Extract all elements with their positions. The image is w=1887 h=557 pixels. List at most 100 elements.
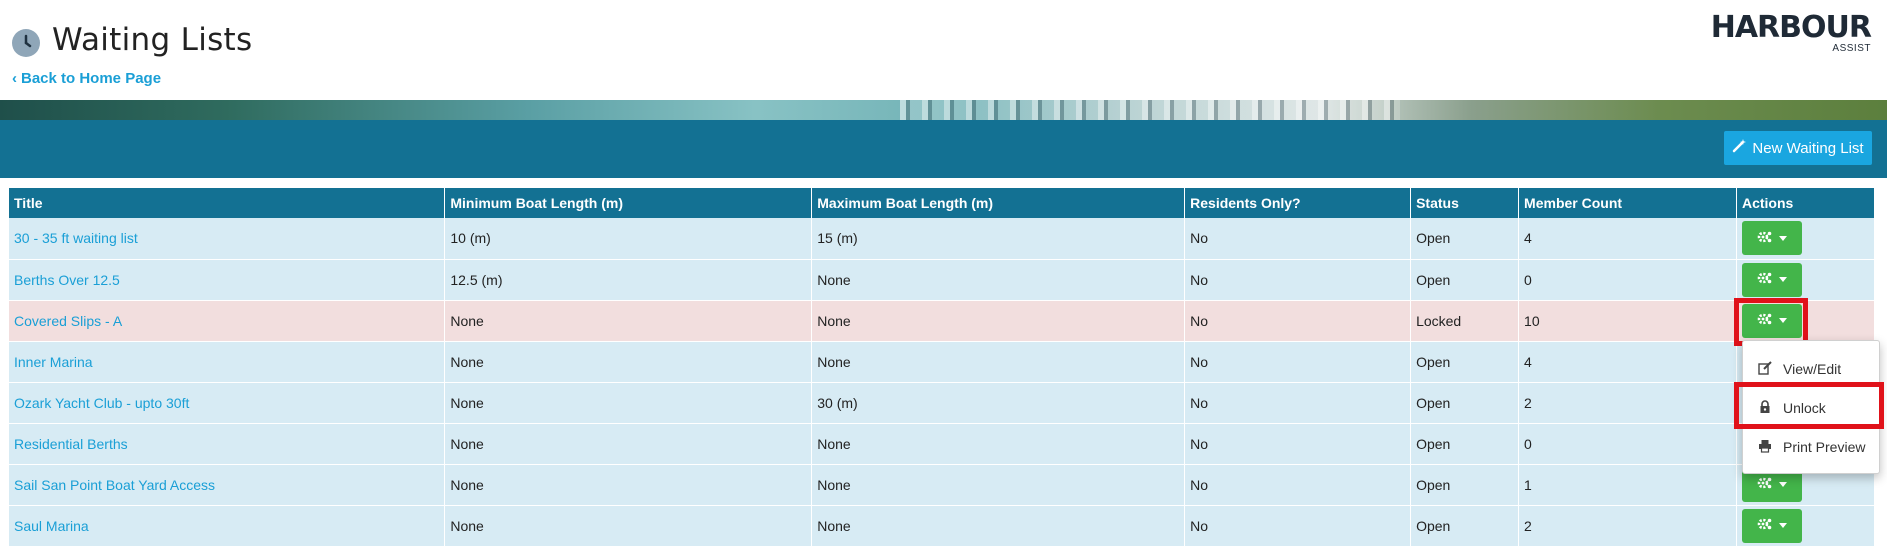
- cell-max-length: None: [811, 300, 1186, 342]
- cell-member-count: 4: [1518, 218, 1737, 260]
- new-waiting-list-label: New Waiting List: [1752, 139, 1864, 157]
- cell-min-length: 12.5 (m): [444, 259, 813, 301]
- column-header-title[interactable]: Title: [9, 188, 446, 218]
- menu-item-print-preview[interactable]: Print Preview: [1743, 429, 1881, 465]
- cell-max-length: None: [811, 341, 1186, 383]
- table-row: Residential Berths None None No Open 0: [9, 423, 1876, 465]
- cell-residents-only: No: [1184, 505, 1412, 547]
- back-to-home-link[interactable]: ‹ Back to Home Page: [12, 70, 161, 87]
- cell-status: Open: [1410, 423, 1520, 465]
- cell-member-count: 10: [1518, 300, 1737, 342]
- cell-residents-only: No: [1184, 382, 1412, 424]
- clock-icon: [12, 29, 40, 57]
- gear-icon: [1757, 271, 1773, 288]
- cell-residents-only: No: [1184, 300, 1412, 342]
- cell-min-length: None: [444, 464, 813, 506]
- actions-button[interactable]: [1741, 508, 1802, 543]
- cell-member-count: 2: [1518, 505, 1737, 547]
- harbour-assist-logo: HARBOUR ASSIST: [1710, 10, 1872, 54]
- gear-icon: [1757, 517, 1773, 534]
- cell-title[interactable]: Inner Marina: [9, 341, 446, 383]
- cell-actions: [1736, 505, 1876, 547]
- logo-main-text: HARBOUR: [1710, 10, 1872, 45]
- magic-wand-icon: [1732, 139, 1747, 157]
- caret-down-icon: [1778, 523, 1787, 528]
- column-header-max-length[interactable]: Maximum Boat Length (m): [811, 188, 1186, 218]
- cell-max-length: None: [811, 464, 1186, 506]
- column-header-member-count[interactable]: Member Count: [1518, 188, 1737, 218]
- cell-title[interactable]: Saul Marina: [9, 505, 446, 547]
- cell-residents-only: No: [1184, 259, 1412, 301]
- cell-member-count: 2: [1518, 382, 1737, 424]
- back-link-label: Back to Home Page: [21, 70, 162, 87]
- table-row: Ozark Yacht Club - upto 30ft None 30 (m) No…: [9, 382, 1876, 424]
- cell-max-length: None: [811, 259, 1186, 301]
- cell-actions: [1736, 218, 1876, 260]
- menu-item-label: View/Edit: [1783, 361, 1842, 377]
- cell-title[interactable]: Covered Slips - A: [9, 300, 446, 342]
- cell-title[interactable]: Sail San Point Boat Yard Access: [9, 464, 446, 506]
- page-title: Waiting Lists: [52, 22, 253, 58]
- cell-title[interactable]: 30 - 35 ft waiting list: [9, 218, 446, 260]
- gear-icon: [1757, 476, 1773, 493]
- table-row: Covered Slips - A None None No Locked 10: [9, 300, 1876, 342]
- cell-min-length: None: [444, 505, 813, 547]
- cell-min-length: None: [444, 300, 813, 342]
- column-header-actions: Actions: [1736, 188, 1876, 218]
- cell-status: Open: [1410, 218, 1520, 260]
- cell-member-count: 0: [1518, 423, 1737, 465]
- highlight-actions-button: [1734, 298, 1808, 346]
- menu-item-label: Print Preview: [1783, 439, 1866, 455]
- banner-boats-overlay: [900, 100, 1400, 120]
- cell-residents-only: No: [1184, 341, 1412, 383]
- column-header-residents[interactable]: Residents Only?: [1184, 188, 1412, 218]
- cell-max-length: None: [811, 423, 1186, 465]
- new-waiting-list-button[interactable]: New Waiting List: [1724, 131, 1872, 165]
- toolbar-band: [0, 120, 1887, 178]
- edit-icon: [1757, 360, 1773, 378]
- cell-min-length: None: [444, 341, 813, 383]
- cell-member-count: 0: [1518, 259, 1737, 301]
- cell-status: Locked: [1410, 300, 1520, 342]
- cell-residents-only: No: [1184, 218, 1412, 260]
- cell-member-count: 1: [1518, 464, 1737, 506]
- cell-status: Open: [1410, 464, 1520, 506]
- print-icon: [1757, 439, 1773, 456]
- caret-down-icon: [1778, 482, 1787, 487]
- table-row: 30 - 35 ft waiting list 10 (m) 15 (m) No Ope…: [9, 218, 1876, 260]
- caret-down-icon: [1778, 277, 1787, 282]
- page-header: Waiting Lists ‹ Back to Home Page HARBOUR…: [0, 0, 1887, 100]
- cell-residents-only: No: [1184, 423, 1412, 465]
- column-header-status[interactable]: Status: [1410, 188, 1520, 218]
- cell-min-length: None: [444, 423, 813, 465]
- cell-max-length: 30 (m): [811, 382, 1186, 424]
- cell-min-length: None: [444, 382, 813, 424]
- cell-residents-only: No: [1184, 464, 1412, 506]
- table-header-row: Title Minimum Boat Length (m) Maximum Bo…: [9, 188, 1876, 218]
- cell-max-length: 15 (m): [811, 218, 1186, 260]
- cell-status: Open: [1410, 382, 1520, 424]
- column-header-min-length[interactable]: Minimum Boat Length (m): [444, 188, 813, 218]
- actions-button[interactable]: [1741, 262, 1802, 297]
- cell-title[interactable]: Ozark Yacht Club - upto 30ft: [9, 382, 446, 424]
- cell-status: Open: [1410, 341, 1520, 383]
- highlight-unlock-item: [1734, 382, 1884, 429]
- cell-title[interactable]: Residential Berths: [9, 423, 446, 465]
- actions-button[interactable]: [1741, 221, 1802, 256]
- gear-icon: [1757, 230, 1773, 247]
- cell-status: Open: [1410, 259, 1520, 301]
- cell-member-count: 4: [1518, 341, 1737, 383]
- cell-title[interactable]: Berths Over 12.5: [9, 259, 446, 301]
- cell-actions: [1736, 259, 1876, 301]
- caret-down-icon: [1778, 235, 1787, 241]
- cell-min-length: 10 (m): [444, 218, 813, 260]
- cell-max-length: None: [811, 505, 1186, 547]
- logo-sub-text: ASSIST: [1832, 43, 1871, 54]
- table-row: Inner Marina None None No Open 4: [9, 341, 1876, 383]
- chevron-left-icon: ‹: [12, 70, 17, 87]
- cell-status: Open: [1410, 505, 1520, 547]
- table-row: Saul Marina None None No Open 2: [9, 505, 1876, 547]
- table-row: Sail San Point Boat Yard Access None None N…: [9, 464, 1876, 506]
- waiting-lists-table: Title Minimum Boat Length (m) Maximum Bo…: [9, 188, 1876, 547]
- table-row: Berths Over 12.5 12.5 (m) None No Open 0: [9, 259, 1876, 301]
